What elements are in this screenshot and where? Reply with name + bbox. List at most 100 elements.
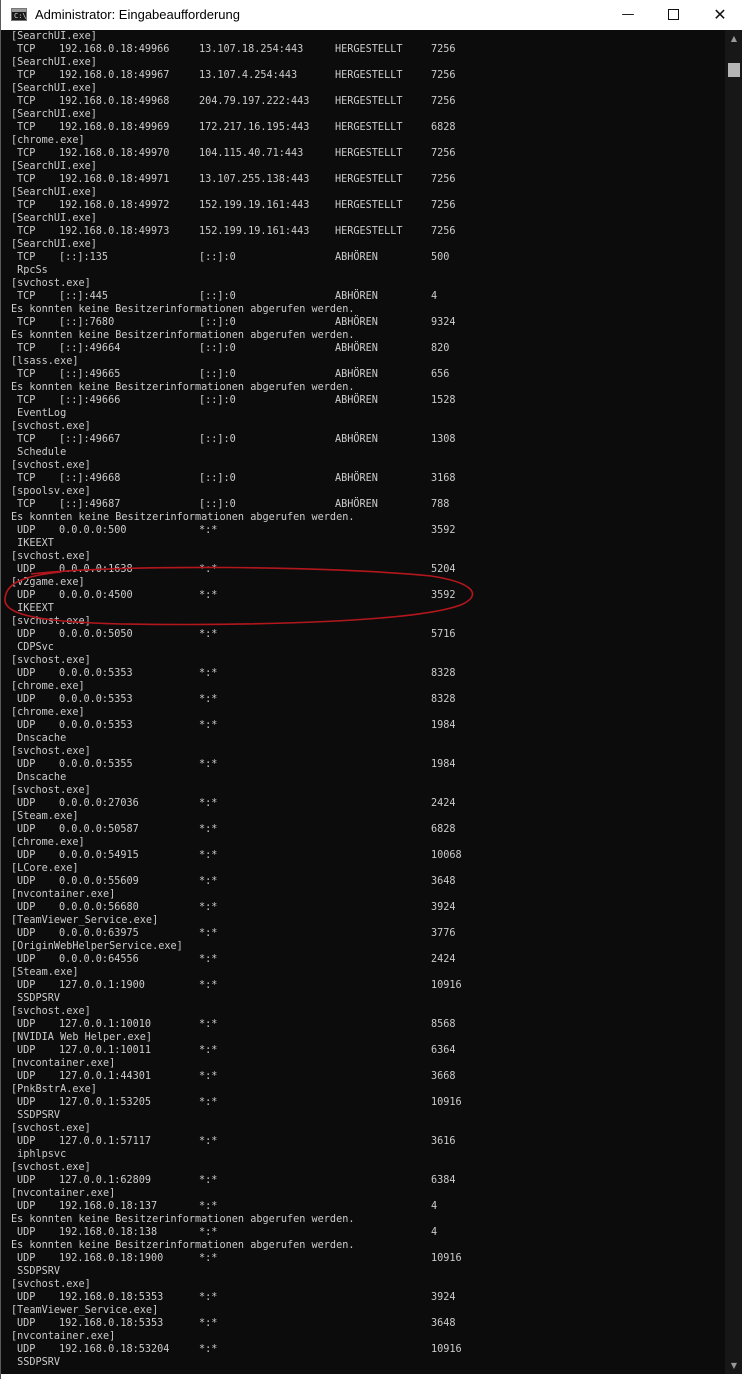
- local-address-cell: [::]:49666: [59, 395, 121, 406]
- local-address-cell: 127.0.0.1:62809: [59, 1175, 152, 1186]
- pid-cell: 3668: [431, 1071, 456, 1082]
- protocol-cell: TCP: [17, 291, 36, 302]
- connection-row: UDP 0.0.0.0:56680 *:* 3924: [11, 901, 723, 914]
- connection-row: TCP 192.168.0.18:49969 172.217.16.195:443 H…: [11, 121, 723, 134]
- pid-cell: 7256: [431, 96, 456, 107]
- connection-row: UDP 0.0.0.0:64556 *:* 2424: [11, 953, 723, 966]
- pid-cell: 8328: [431, 694, 456, 705]
- connection-row: UDP 127.0.0.1:44301 *:* 3668: [11, 1070, 723, 1083]
- remote-address-cell: *:*: [199, 876, 218, 887]
- connection-row: TCP 192.168.0.18:49966 13.107.18.254:443 HE…: [11, 43, 723, 56]
- remote-address-cell: *:*: [199, 824, 218, 835]
- console-text-line: [svchost.exe]: [11, 551, 91, 562]
- pid-cell: 10916: [431, 1097, 462, 1108]
- remote-address-cell: [::]:0: [199, 369, 236, 380]
- local-address-cell: 0.0.0.0:64556: [59, 954, 139, 965]
- pid-cell: 7256: [431, 148, 456, 159]
- local-address-cell: 0.0.0.0:500: [59, 525, 127, 536]
- pid-cell: 6384: [431, 1175, 456, 1186]
- minimize-button[interactable]: —: [605, 0, 651, 30]
- connection-row: UDP 127.0.0.1:10010 *:* 8568: [11, 1018, 723, 1031]
- title-bar[interactable]: C:\ Administrator: Eingabeaufforderung —…: [1, 0, 742, 30]
- state-cell: ABHÖREN: [335, 343, 378, 354]
- console-text-line: [Steam.exe]: [11, 967, 79, 978]
- protocol-cell: TCP: [17, 226, 36, 237]
- maximize-button[interactable]: [651, 0, 697, 30]
- scroll-thumb[interactable]: [728, 63, 740, 77]
- pid-cell: 2424: [431, 954, 456, 965]
- cmd-app-icon[interactable]: C:\: [11, 8, 27, 21]
- local-address-cell: 127.0.0.1:57117: [59, 1136, 152, 1147]
- connection-row: TCP 192.168.0.18:49971 13.107.255.138:443 H…: [11, 173, 723, 186]
- connection-row: UDP 192.168.0.18:137 *:* 4: [11, 1200, 723, 1213]
- remote-address-cell: [::]:0: [199, 317, 236, 328]
- remote-address-cell: *:*: [199, 850, 218, 861]
- console-text-line: [SearchUI.exe]: [11, 213, 97, 224]
- state-cell: HERGESTELLT: [335, 44, 403, 55]
- pid-cell: 9324: [431, 317, 456, 328]
- protocol-cell: TCP: [17, 174, 36, 185]
- local-address-cell: 0.0.0.0:56680: [59, 902, 139, 913]
- connection-row: UDP 0.0.0.0:5353 *:* 8328: [11, 667, 723, 680]
- local-address-cell: 0.0.0.0:50587: [59, 824, 139, 835]
- protocol-cell: UDP: [17, 876, 36, 887]
- local-address-cell: 0.0.0.0:27036: [59, 798, 139, 809]
- state-cell: HERGESTELLT: [335, 122, 403, 133]
- remote-address-cell: *:*: [199, 668, 218, 679]
- pid-cell: 1528: [431, 395, 456, 406]
- scroll-down-arrow-icon[interactable]: ▼: [725, 1357, 742, 1374]
- maximize-icon: [668, 9, 679, 20]
- console-text-line: [svchost.exe]: [11, 278, 91, 289]
- remote-address-cell: 13.107.4.254:443: [199, 70, 298, 81]
- remote-address-cell: [::]:0: [199, 434, 236, 445]
- remote-address-cell: 104.115.40.71:443: [199, 148, 304, 159]
- local-address-cell: 127.0.0.1:1900: [59, 980, 145, 991]
- remote-address-cell: 172.217.16.195:443: [199, 122, 310, 133]
- remote-address-cell: *:*: [199, 1227, 218, 1238]
- console-output[interactable]: [SearchUI.exe] TCP 192.168.0.18:49966 13.10…: [11, 30, 723, 1374]
- protocol-cell: UDP: [17, 1045, 36, 1056]
- connection-row: UDP 127.0.0.1:53205 *:* 10916: [11, 1096, 723, 1109]
- close-button[interactable]: ✕: [697, 0, 742, 30]
- local-address-cell: 0.0.0.0:54915: [59, 850, 139, 861]
- pid-cell: 3776: [431, 928, 456, 939]
- local-address-cell: 0.0.0.0:55609: [59, 876, 139, 887]
- remote-address-cell: *:*: [199, 1136, 218, 1147]
- pid-cell: 3648: [431, 1318, 456, 1329]
- protocol-cell: TCP: [17, 148, 36, 159]
- protocol-cell: TCP: [17, 395, 36, 406]
- console-text-line: Es konnten keine Besitzerinformationen a…: [11, 330, 355, 341]
- pid-cell: 3168: [431, 473, 456, 484]
- connection-row: TCP [::]:49665 [::]:0 ABHÖREN 656: [11, 368, 723, 381]
- vertical-scrollbar[interactable]: ▲ ▼: [725, 30, 742, 1374]
- protocol-cell: TCP: [17, 200, 36, 211]
- remote-address-cell: *:*: [199, 798, 218, 809]
- console-text-line: [svchost.exe]: [11, 655, 91, 666]
- connection-row: TCP 192.168.0.18:49973 152.199.19.161:443 H…: [11, 225, 723, 238]
- console-text-line: [svchost.exe]: [11, 1123, 91, 1134]
- scroll-up-arrow-icon[interactable]: ▲: [725, 30, 742, 47]
- connection-row: UDP 0.0.0.0:4500 *:* 3592: [11, 589, 723, 602]
- protocol-cell: TCP: [17, 96, 36, 107]
- pid-cell: 3592: [431, 590, 456, 601]
- state-cell: HERGESTELLT: [335, 226, 403, 237]
- pid-cell: 3592: [431, 525, 456, 536]
- protocol-cell: UDP: [17, 1253, 36, 1264]
- local-address-cell: 192.168.0.18:138: [59, 1227, 158, 1238]
- protocol-cell: UDP: [17, 1175, 36, 1186]
- remote-address-cell: *:*: [199, 1201, 218, 1212]
- remote-address-cell: *:*: [199, 902, 218, 913]
- connection-row: UDP 127.0.0.1:62809 *:* 6384: [11, 1174, 723, 1187]
- remote-address-cell: *:*: [199, 954, 218, 965]
- pid-cell: 8328: [431, 668, 456, 679]
- pid-cell: 3924: [431, 1292, 456, 1303]
- state-cell: ABHÖREN: [335, 369, 378, 380]
- console-text-line: [SearchUI.exe]: [11, 109, 97, 120]
- console-text-line: [nvcontainer.exe]: [11, 1058, 116, 1069]
- local-address-cell: 0.0.0.0:5050: [59, 629, 133, 640]
- remote-address-cell: [::]:0: [199, 252, 236, 263]
- local-address-cell: 0.0.0.0:4500: [59, 590, 133, 601]
- pid-cell: 788: [431, 499, 450, 510]
- protocol-cell: UDP: [17, 1071, 36, 1082]
- local-address-cell: 192.168.0.18:49971: [59, 174, 170, 185]
